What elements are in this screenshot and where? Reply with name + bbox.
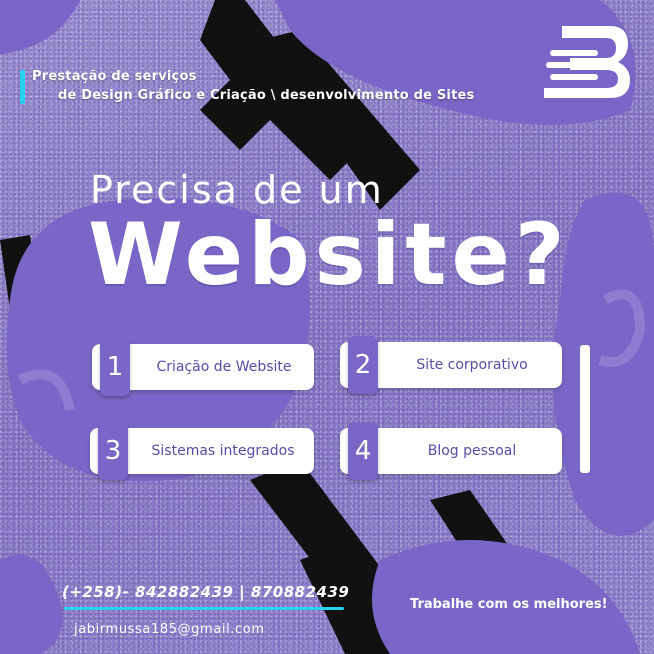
service-label: Sistemas integrados	[151, 443, 295, 459]
service-number: 3	[98, 422, 128, 480]
phone-numbers: (+258)- 842882439 | 870882439	[62, 583, 350, 601]
email-address: jabirmussa185@gmail.com	[74, 622, 265, 637]
accent-bar	[20, 70, 25, 104]
service-number: 1	[100, 338, 130, 396]
service-label: Criação de Website	[156, 359, 292, 375]
service-tagline: Prestação de serviços de Design Gráfico …	[32, 67, 474, 105]
service-item-1: 1 Criação de Website	[92, 338, 314, 396]
service-number: 4	[348, 422, 378, 480]
service-item-4: 4 Blog pessoal	[340, 422, 562, 480]
poster: Prestação de serviços de Design Gráfico …	[0, 0, 654, 654]
service-label: Site corporativo	[416, 357, 528, 373]
stacked-b-logo-icon	[544, 26, 630, 98]
phone-underline	[64, 607, 344, 610]
tagline-line-1: Prestação de serviços	[32, 69, 197, 84]
service-item-2: 2 Site corporativo	[340, 336, 562, 394]
service-number: 2	[348, 336, 378, 394]
motto: Trabalhe com os melhores!	[410, 597, 608, 612]
service-label: Blog pessoal	[427, 443, 517, 459]
tagline-line-2: de Design Gráfico e Criação \ desenvolvi…	[58, 88, 475, 103]
headline-big: Website?	[88, 205, 570, 305]
service-item-3: 3 Sistemas integrados	[90, 422, 314, 480]
vertical-bar	[580, 345, 590, 473]
